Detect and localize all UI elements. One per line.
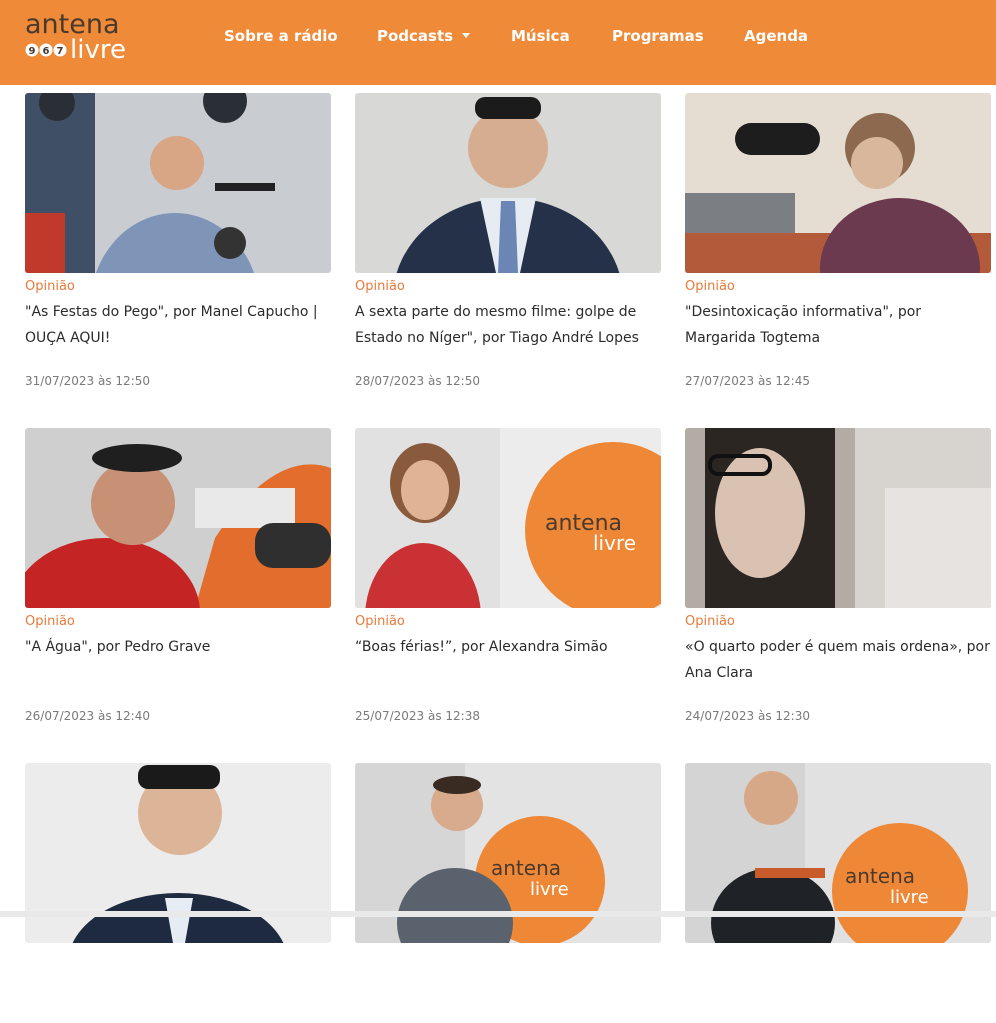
article-card[interactable]: Opinião "As Festas do Pego", por Manel C… <box>25 93 331 389</box>
article-category[interactable]: Opinião <box>685 614 991 630</box>
article-title[interactable]: "A Água", por Pedro Grave <box>25 634 331 686</box>
svg-text:livre: livre <box>890 887 929 908</box>
svg-text:antena: antena <box>491 856 561 880</box>
nav-programas[interactable]: Programas <box>612 26 704 46</box>
article-title[interactable]: «O quarto poder é quem mais ordena», por… <box>685 634 991 686</box>
article-date: 27/07/2023 às 12:45 <box>685 374 810 388</box>
article-thumbnail[interactable] <box>355 93 661 273</box>
article-card[interactable]: Opinião "A Água", por Pedro Grave 26/07/… <box>25 428 331 724</box>
antena-livre-logo[interactable]: antena 9 6 7 livre <box>24 9 148 65</box>
article-thumbnail[interactable] <box>685 428 991 608</box>
article-category[interactable]: Opinião <box>25 614 331 630</box>
article-card[interactable] <box>25 763 331 1023</box>
svg-text:6: 6 <box>43 46 50 57</box>
nav-agenda[interactable]: Agenda <box>744 26 808 46</box>
top-navbar: antena 9 6 7 livre Sobre a rádio Podcast… <box>0 0 996 85</box>
chevron-down-icon <box>462 33 471 38</box>
nav-musica[interactable]: Música <box>511 26 570 46</box>
horizontal-scrollbar[interactable] <box>0 911 996 917</box>
svg-text:7: 7 <box>57 46 64 57</box>
article-category[interactable]: Opinião <box>355 279 661 295</box>
article-date: 31/07/2023 às 12:50 <box>25 374 150 388</box>
article-date: 26/07/2023 às 12:40 <box>25 709 150 723</box>
article-card[interactable]: antena livre <box>685 763 991 1023</box>
svg-text:antena: antena <box>845 864 915 888</box>
article-title[interactable] <box>355 949 661 1001</box>
article-card[interactable]: antena livre Opinião “Boas férias!”, por… <box>355 428 661 724</box>
svg-text:livre: livre <box>593 531 636 555</box>
article-card[interactable]: Opinião "Desintoxicação informativa", po… <box>685 93 991 389</box>
article-category[interactable]: Opinião <box>25 279 331 295</box>
svg-text:livre: livre <box>530 879 569 900</box>
article-title[interactable]: "As Festas do Pego", por Manel Capucho |… <box>25 299 331 351</box>
article-category[interactable]: Opinião <box>685 279 991 295</box>
article-date: 28/07/2023 às 12:50 <box>355 374 480 388</box>
article-thumbnail[interactable] <box>25 428 331 608</box>
nav-sobre-a-radio[interactable]: Sobre a rádio <box>224 26 338 46</box>
article-card[interactable]: Opinião «O quarto poder é quem mais orde… <box>685 428 991 724</box>
article-thumbnail[interactable] <box>685 93 991 273</box>
article-category[interactable]: Opinião <box>355 614 661 630</box>
article-title[interactable]: "Desintoxicação informativa", por Margar… <box>685 299 991 351</box>
article-date: 25/07/2023 às 12:38 <box>355 709 480 723</box>
article-title[interactable]: “Boas férias!”, por Alexandra Simão <box>355 634 661 686</box>
article-date: 24/07/2023 às 12:30 <box>685 709 810 723</box>
article-title[interactable] <box>25 949 331 1001</box>
article-card[interactable]: antena livre <box>355 763 661 1023</box>
article-title[interactable]: A sexta parte do mesmo filme: golpe de E… <box>355 299 661 351</box>
svg-text:9: 9 <box>29 46 36 57</box>
article-card[interactable]: Opinião A sexta parte do mesmo filme: go… <box>355 93 661 389</box>
article-thumbnail[interactable] <box>25 93 331 273</box>
article-thumbnail[interactable]: antena livre <box>355 428 661 608</box>
nav-podcasts[interactable]: Podcasts <box>377 26 471 46</box>
article-title[interactable] <box>685 949 991 1001</box>
svg-text:livre: livre <box>70 35 126 64</box>
